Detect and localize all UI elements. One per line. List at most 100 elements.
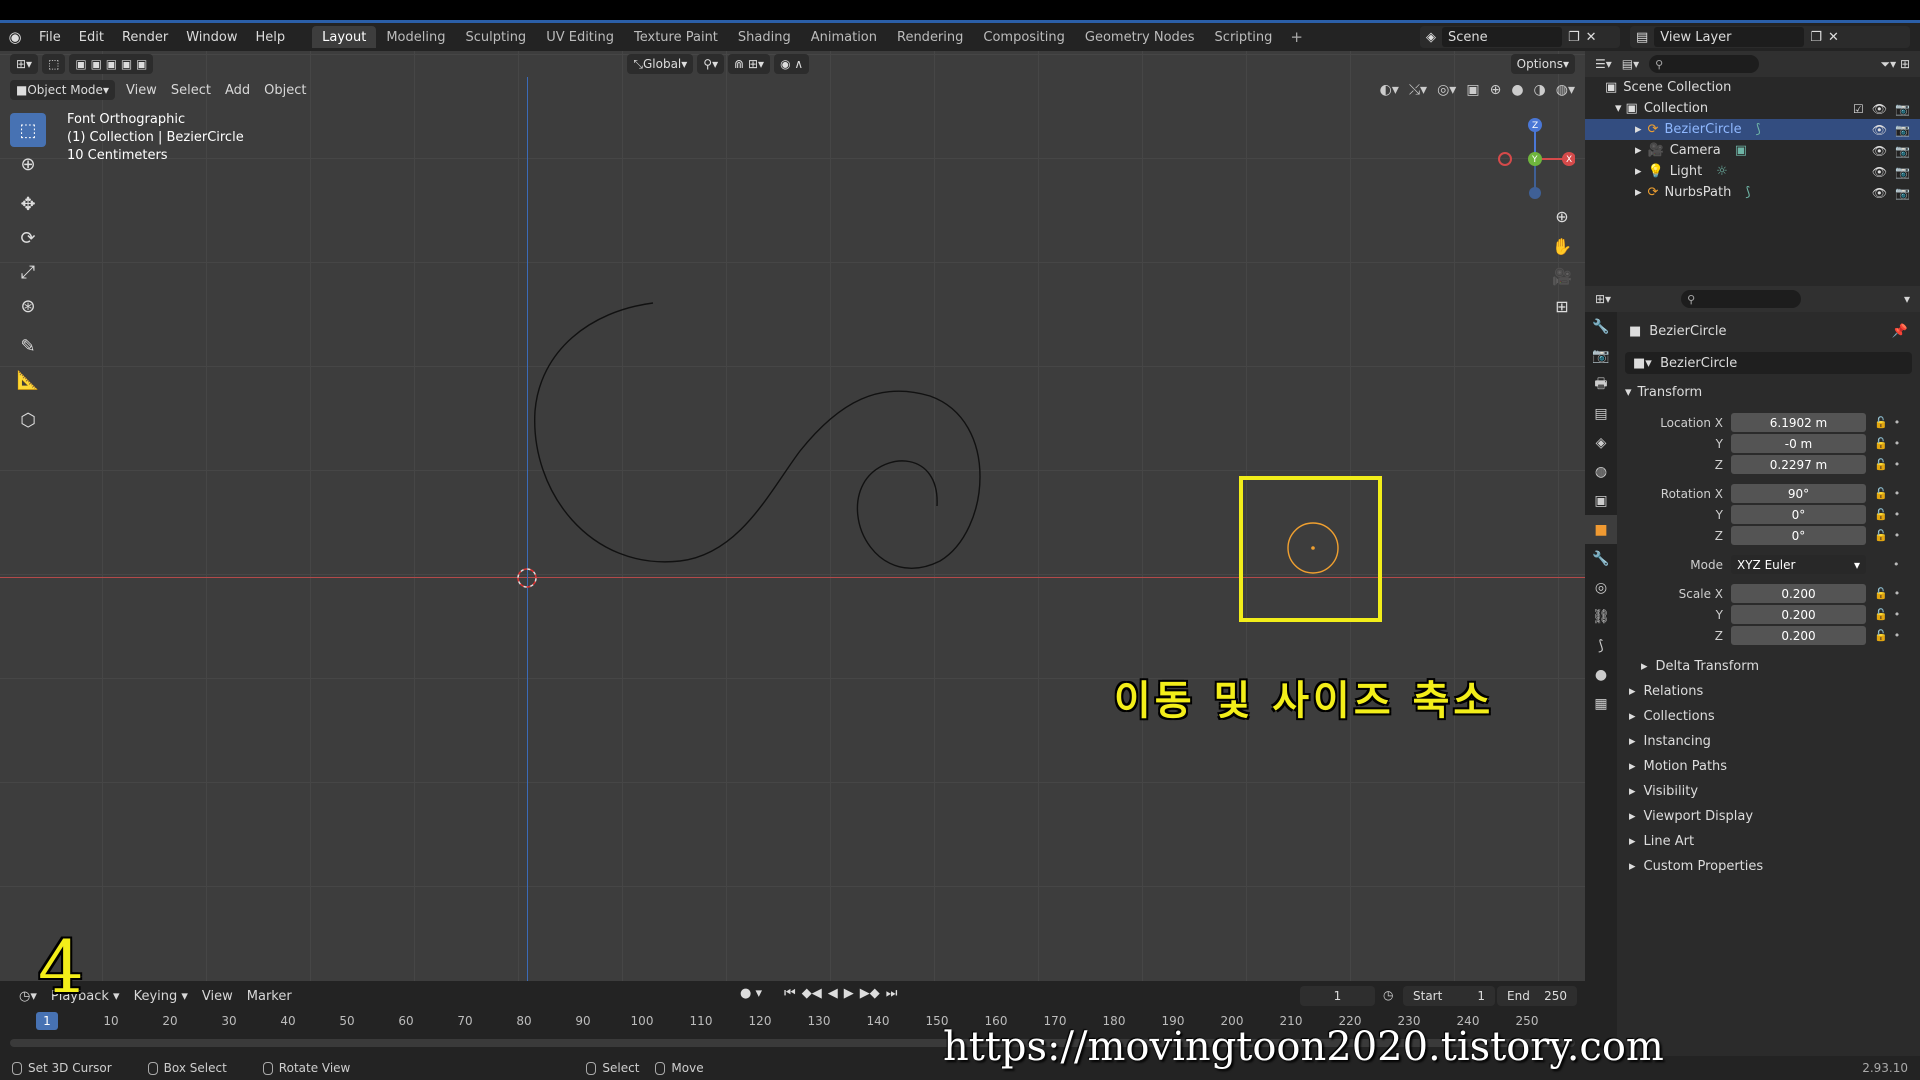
modifier-tab-icon[interactable]: 🔧	[1585, 544, 1617, 573]
current-frame-field[interactable]: 1	[1300, 986, 1375, 1006]
tab-geometry-nodes[interactable]: Geometry Nodes	[1075, 26, 1205, 48]
curve-data-icon[interactable]: ⟆	[1745, 185, 1750, 200]
expand-arrow-icon[interactable]: ▸	[1635, 164, 1642, 179]
start-frame-field[interactable]: Start 1	[1403, 986, 1495, 1006]
scene-copy-icon[interactable]: ❐	[1568, 30, 1580, 45]
next-keyframe-icon[interactable]: ▶◆	[860, 986, 880, 1001]
output-tab-icon[interactable]: 🖶	[1585, 370, 1617, 399]
menu-help[interactable]: Help	[247, 30, 295, 45]
camera-render-icon[interactable]: 📷	[1895, 102, 1910, 116]
scene-selector[interactable]: ◈ Scene ❐ ✕	[1420, 26, 1620, 48]
tab-animation[interactable]: Animation	[801, 26, 887, 48]
section-instancing[interactable]: ▸ Instancing	[1625, 729, 1912, 754]
expand-arrow-icon[interactable]: ▸	[1635, 122, 1642, 137]
section-collections[interactable]: ▸ Collections	[1625, 704, 1912, 729]
lock-keyframe-icon[interactable]: 🔓•	[1874, 458, 1906, 471]
lock-keyframe-icon[interactable]: 🔓•	[1874, 416, 1906, 429]
outliner-item-light[interactable]: ▸ 💡 Light ☼ 👁 📷	[1585, 161, 1920, 182]
menu-edit[interactable]: Edit	[70, 30, 113, 45]
view-layer-remove-icon[interactable]: ✕	[1828, 30, 1839, 45]
rotation-x-field[interactable]: 90°	[1731, 484, 1866, 503]
world-tab-icon[interactable]: ◍	[1585, 457, 1617, 486]
scale-y-field[interactable]: 0.200	[1731, 605, 1866, 624]
tab-layout[interactable]: Layout	[312, 26, 377, 48]
pin-icon[interactable]: 📌	[1892, 324, 1908, 339]
camera-render-icon[interactable]: 📷	[1895, 165, 1910, 179]
tab-modeling[interactable]: Modeling	[376, 26, 455, 48]
prev-keyframe-icon[interactable]: ◆◀	[802, 986, 822, 1001]
lock-keyframe-icon[interactable]: 🔓•	[1874, 437, 1906, 450]
expand-arrow-icon[interactable]: ▸	[1635, 185, 1642, 200]
scale-z-field[interactable]: 0.200	[1731, 626, 1866, 645]
section-viewport-display[interactable]: ▸ Viewport Display	[1625, 804, 1912, 829]
physics-tab-icon[interactable]: ◎	[1585, 573, 1617, 602]
outliner-item-beziercircle[interactable]: ▸ ⟳ BezierCircle ⟆ 👁 📷	[1585, 119, 1920, 140]
timeline-menu-keying[interactable]: Keying ▾	[127, 989, 195, 1004]
tab-sculpting[interactable]: Sculpting	[455, 26, 536, 48]
view-layer-name-field[interactable]: View Layer	[1654, 27, 1805, 47]
lock-keyframe-icon[interactable]: 🔓•	[1874, 487, 1906, 500]
timeline-menu-marker[interactable]: Marker	[240, 989, 299, 1004]
eye-icon[interactable]: 👁	[1872, 165, 1887, 179]
outliner-collection[interactable]: ▾ ▣ Collection ☑ 👁 📷	[1585, 98, 1920, 119]
scene-remove-icon[interactable]: ✕	[1586, 30, 1597, 45]
section-line-art[interactable]: ▸ Line Art	[1625, 829, 1912, 854]
tab-texture-paint[interactable]: Texture Paint	[624, 26, 728, 48]
outliner-item-nurbspath[interactable]: ▸ ⟳ NurbsPath ⟆ 👁 📷	[1585, 182, 1920, 203]
camera-data-icon[interactable]: ▣	[1735, 143, 1747, 158]
material-tab-icon[interactable]: ●	[1585, 660, 1617, 689]
camera-render-icon[interactable]: 📷	[1895, 186, 1910, 200]
tab-rendering[interactable]: Rendering	[887, 26, 973, 48]
playhead-frame-indicator[interactable]: 1	[36, 1012, 58, 1030]
display-mode-icon[interactable]: ▤▾	[1622, 57, 1639, 71]
timeline-menu-view[interactable]: View	[195, 989, 240, 1004]
properties-search-input[interactable]: ⚲	[1681, 290, 1802, 308]
scale-x-field[interactable]: 0.200	[1731, 584, 1866, 603]
lock-keyframe-icon[interactable]: 🔓•	[1874, 529, 1906, 542]
chevron-down-icon[interactable]: ▾	[1904, 292, 1910, 306]
tab-compositing[interactable]: Compositing	[973, 26, 1075, 48]
menu-file[interactable]: File	[30, 30, 70, 45]
play-icon[interactable]: ▶	[844, 986, 854, 1001]
eye-icon[interactable]: 👁	[1872, 123, 1887, 137]
data-tab-icon[interactable]: ⟆	[1585, 631, 1617, 660]
menu-window[interactable]: Window	[177, 30, 246, 45]
preview-range-icon[interactable]: ◷	[1383, 988, 1393, 1002]
section-visibility[interactable]: ▸ Visibility	[1625, 779, 1912, 804]
rotation-mode-dropdown[interactable]: XYZ Euler ▾	[1731, 555, 1866, 574]
light-data-icon[interactable]: ☼	[1716, 164, 1728, 179]
expand-arrow-icon[interactable]: ▸	[1635, 143, 1642, 158]
location-x-field[interactable]: 6.1902 m	[1731, 413, 1866, 432]
curve-data-icon[interactable]: ⟆	[1756, 122, 1761, 137]
camera-view-icon[interactable]: 🎥	[1548, 261, 1576, 291]
eye-icon[interactable]: 👁	[1872, 186, 1887, 200]
lock-keyframe-icon[interactable]: 🔓•	[1874, 508, 1906, 521]
checkbox-icon[interactable]: ☑	[1853, 102, 1864, 116]
zoom-icon[interactable]: ⊕	[1548, 201, 1576, 231]
section-motion-paths[interactable]: ▸ Motion Paths	[1625, 754, 1912, 779]
play-reverse-icon[interactable]: ◀	[828, 986, 838, 1001]
camera-render-icon[interactable]: 📷	[1895, 144, 1910, 158]
add-workspace-icon[interactable]: +	[1282, 26, 1311, 48]
object-name-field[interactable]: ■▾ BezierCircle	[1625, 352, 1912, 374]
rotation-y-field[interactable]: 0°	[1731, 505, 1866, 524]
lock-keyframe-icon[interactable]: 🔓•	[1874, 629, 1906, 642]
keyframe-icon[interactable]: •	[1874, 558, 1905, 571]
texture-tab-icon[interactable]: ▦	[1585, 689, 1617, 718]
lock-keyframe-icon[interactable]: 🔓•	[1874, 587, 1906, 600]
tab-uv-editing[interactable]: UV Editing	[536, 26, 624, 48]
tab-shading[interactable]: Shading	[728, 26, 801, 48]
lock-keyframe-icon[interactable]: 🔓•	[1874, 608, 1906, 621]
menu-render[interactable]: Render	[113, 30, 177, 45]
delta-transform-header[interactable]: ▸ Delta Transform	[1625, 654, 1912, 679]
record-icon[interactable]: ● ▾	[740, 986, 762, 1001]
jump-end-icon[interactable]: ⏭	[886, 986, 898, 1001]
object-tab-icon[interactable]: ■	[1585, 515, 1617, 544]
tool-tab-icon[interactable]: 🔧	[1585, 312, 1617, 341]
scene-name-field[interactable]: Scene	[1442, 27, 1562, 47]
perspective-grid-icon[interactable]: ⊞	[1548, 291, 1576, 321]
view-layer-tab-icon[interactable]: ▤	[1585, 399, 1617, 428]
tab-scripting[interactable]: Scripting	[1205, 26, 1283, 48]
constraints-tab-icon[interactable]: ⛓	[1585, 602, 1617, 631]
location-z-field[interactable]: 0.2297 m	[1731, 455, 1866, 474]
